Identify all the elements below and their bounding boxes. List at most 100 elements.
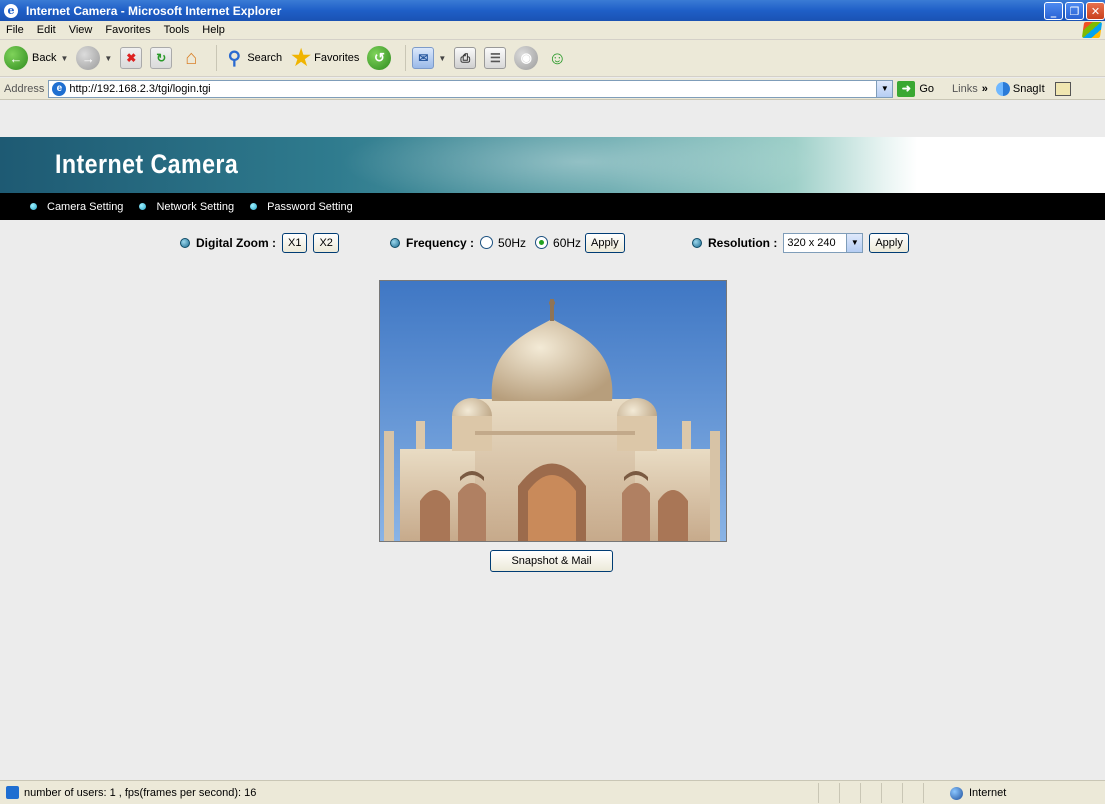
restore-button[interactable]: ❐	[1065, 2, 1084, 20]
nav-password-setting[interactable]: Password Setting	[250, 201, 353, 213]
snagit-button[interactable]: SnagIt	[1013, 83, 1045, 95]
status-text: number of users: 1 , fps(frames per seco…	[24, 786, 257, 799]
resolution-apply-button[interactable]: Apply	[869, 232, 909, 253]
messenger-icon: ☺	[548, 47, 567, 68]
bullet-icon	[692, 237, 702, 248]
back-button[interactable]: ← Back ▼	[4, 46, 68, 70]
bullet-icon	[390, 237, 400, 248]
discuss-button[interactable]: ◉	[514, 46, 539, 70]
go-button[interactable]: ➜ Go	[897, 80, 935, 97]
frequency-50hz-radio[interactable]	[480, 236, 494, 249]
dropdown-arrow-icon: ▼	[60, 53, 69, 63]
minimize-button[interactable]: _	[1044, 2, 1063, 20]
address-dropdown-icon[interactable]: ▼	[876, 80, 893, 97]
favorites-star-icon: ★	[291, 45, 312, 70]
home-button[interactable]: ⌂	[180, 47, 202, 69]
menu-view[interactable]: View	[63, 24, 100, 36]
edit-button[interactable]: ☰	[484, 47, 507, 69]
zoom-x1-button[interactable]: X1	[282, 232, 308, 253]
messenger-button[interactable]: ☺	[546, 47, 568, 69]
go-label: Go	[919, 82, 935, 95]
menu-tools[interactable]: Tools	[158, 24, 197, 36]
resolution-control: Resolution : 320 x 240 ▼ Apply	[692, 230, 915, 255]
dropdown-arrow-icon: ▼	[438, 53, 447, 63]
frequency-60hz-label: 60Hz	[553, 235, 582, 250]
history-icon: ↺	[367, 46, 392, 70]
banner-title: Internet Camera	[55, 149, 239, 179]
favorites-label: Favorites	[314, 52, 360, 64]
menu-file[interactable]: File	[0, 24, 31, 36]
history-button[interactable]: ↺	[367, 46, 392, 70]
status-bar: number of users: 1 , fps(frames per seco…	[0, 780, 1105, 804]
bullet-icon	[180, 237, 190, 248]
go-arrow-icon: ➜	[897, 80, 916, 97]
menu-edit[interactable]: Edit	[31, 24, 63, 36]
resolution-select[interactable]: 320 x 240 ▼	[783, 232, 864, 253]
mail-button[interactable]: ✉ ▼	[412, 47, 446, 69]
search-icon: ⚲	[227, 47, 241, 68]
menu-favorites[interactable]: Favorites	[99, 24, 157, 36]
chevron-more-icon[interactable]: »	[982, 83, 988, 95]
address-input[interactable]: e http://192.168.2.3/tgi/login.tgi ▼	[48, 79, 894, 98]
back-arrow-icon: ←	[4, 46, 28, 70]
camera-image	[380, 281, 726, 541]
status-panels	[818, 783, 944, 803]
stop-button[interactable]: ✖	[120, 47, 143, 69]
toolbar-separator	[216, 45, 218, 71]
nav-label: Camera Setting	[47, 200, 124, 213]
banner-decoration	[300, 137, 860, 193]
nav-camera-setting[interactable]: Camera Setting	[30, 201, 123, 213]
ie-icon: e	[4, 3, 18, 18]
favorites-button[interactable]: ★ Favorites	[290, 45, 360, 70]
menu-bar: File Edit View Favorites Tools Help	[0, 21, 1105, 40]
camera-live-view	[379, 280, 727, 542]
toolbar-separator	[405, 45, 407, 71]
camera-controls: Digital Zoom : X1 X2 Frequency : 50Hz 60…	[0, 230, 1105, 255]
mail-icon: ✉	[412, 47, 435, 69]
home-icon: ⌂	[185, 46, 198, 69]
stop-icon: ✖	[120, 47, 143, 69]
resolution-label: Resolution :	[708, 235, 778, 250]
page-icon: e	[52, 81, 67, 96]
snagit-icon	[995, 81, 1010, 96]
windows-logo-icon	[1081, 22, 1103, 38]
frequency-60hz-radio[interactable]	[535, 236, 549, 249]
bullet-icon	[30, 203, 37, 210]
address-bar: Address e http://192.168.2.3/tgi/login.t…	[0, 78, 1105, 100]
zoom-x2-button[interactable]: X2	[313, 232, 339, 253]
forward-arrow-icon: →	[76, 46, 101, 70]
nav-network-setting[interactable]: Network Setting	[139, 201, 234, 213]
print-icon: ⎙	[454, 47, 477, 69]
header-banner: Internet Camera	[0, 137, 1105, 193]
bullet-icon	[139, 203, 147, 210]
snapshot-mail-button[interactable]: Snapshot & Mail	[490, 550, 613, 572]
links-toolbar[interactable]: Links	[952, 83, 978, 95]
search-button[interactable]: ⚲ Search	[223, 47, 282, 69]
security-zone: Internet	[950, 784, 1006, 802]
menu-help[interactable]: Help	[196, 24, 232, 36]
page-status-icon	[6, 786, 19, 799]
close-button[interactable]: ✕	[1086, 2, 1105, 20]
refresh-button[interactable]: ↻	[150, 47, 173, 69]
globe-icon	[950, 786, 963, 800]
frequency-control: Frequency : 50Hz 60Hz Apply	[390, 230, 631, 255]
toolbar: ← Back ▼ → ▼ ✖ ↻ ⌂ ⚲ Search ★ Favorites …	[0, 40, 1105, 77]
address-label: Address	[4, 82, 45, 95]
nav-label: Network Setting	[156, 200, 235, 213]
frequency-label: Frequency :	[406, 235, 475, 250]
frequency-apply-button[interactable]: Apply	[585, 232, 625, 253]
forward-button[interactable]: → ▼	[76, 46, 112, 70]
frequency-50hz-label: 50Hz	[498, 235, 527, 250]
resolution-value: 320 x 240	[787, 236, 836, 249]
zone-label: Internet	[969, 787, 1007, 799]
refresh-icon: ↻	[150, 47, 173, 69]
dropdown-arrow-icon: ▼	[104, 53, 113, 63]
window-title: Internet Camera - Microsoft Internet Exp…	[26, 3, 282, 18]
snagit-capture-icon[interactable]	[1054, 81, 1071, 96]
print-button[interactable]: ⎙	[454, 47, 477, 69]
nav-bar: Camera Setting Network Setting Password …	[0, 193, 1105, 220]
nav-label: Password Setting	[267, 200, 353, 213]
search-label: Search	[247, 52, 283, 64]
bullet-icon	[250, 203, 258, 210]
back-label: Back	[32, 52, 57, 64]
